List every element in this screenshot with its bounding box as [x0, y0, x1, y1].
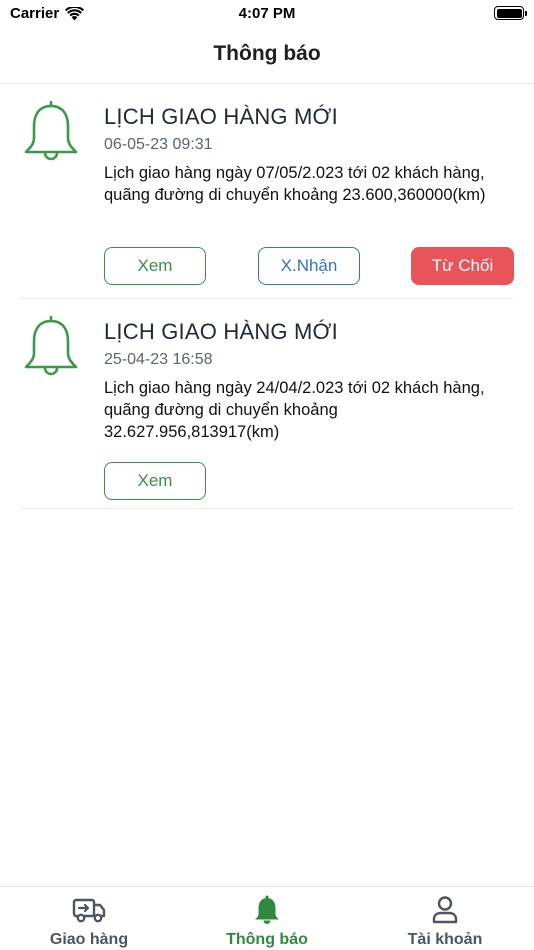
status-bar: Carrier 4:07 PM: [0, 0, 534, 28]
tab-label: Tài khoản: [407, 931, 483, 948]
tab-account[interactable]: Tài khoản: [356, 887, 534, 950]
notification-body: Lịch giao hàng ngày 24/04/2.023 tới 02 k…: [104, 379, 485, 441]
battery-icon: [494, 6, 527, 20]
bell-icon: [24, 100, 78, 161]
bell-icon: [24, 315, 78, 376]
view-button[interactable]: Xem: [104, 462, 206, 500]
tab-label: Thông báo: [226, 931, 308, 948]
tab-notifications[interactable]: Thông báo: [178, 887, 356, 950]
notification-item[interactable]: LỊCH GIAO HÀNG MỚI 25-04-23 16:58 Lịch g…: [20, 299, 514, 509]
nav-header: Thông báo: [0, 28, 534, 84]
notification-item[interactable]: LỊCH GIAO HÀNG MỚI 06-05-23 09:31 Lịch g…: [20, 84, 514, 299]
status-time: 4:07 PM: [238, 5, 296, 22]
notification-body: Lịch giao hàng ngày 07/05/2.023 tới 02 k…: [104, 164, 486, 204]
reject-button[interactable]: Từ Chối: [411, 247, 514, 285]
user-icon: [432, 896, 458, 924]
tab-delivery[interactable]: Giao hàng: [0, 887, 178, 950]
delivery-truck-icon: [72, 898, 106, 923]
notification-date: 06-05-23 09:31: [104, 136, 213, 153]
notification-title: LỊCH GIAO HÀNG MỚI: [104, 104, 338, 129]
view-button[interactable]: Xem: [104, 247, 206, 285]
tab-label: Giao hàng: [49, 931, 129, 948]
notification-list: LỊCH GIAO HÀNG MỚI 06-05-23 09:31 Lịch g…: [0, 84, 534, 509]
page-title: Thông báo: [213, 42, 321, 65]
accept-button[interactable]: X.Nhận: [258, 247, 360, 285]
bell-icon: [255, 895, 279, 924]
notification-date: 25-04-23 16:58: [104, 351, 213, 368]
notification-title: LỊCH GIAO HÀNG MỚI: [104, 319, 338, 344]
tab-bar: Giao hàng Thông báo Tài khoản: [0, 886, 534, 950]
